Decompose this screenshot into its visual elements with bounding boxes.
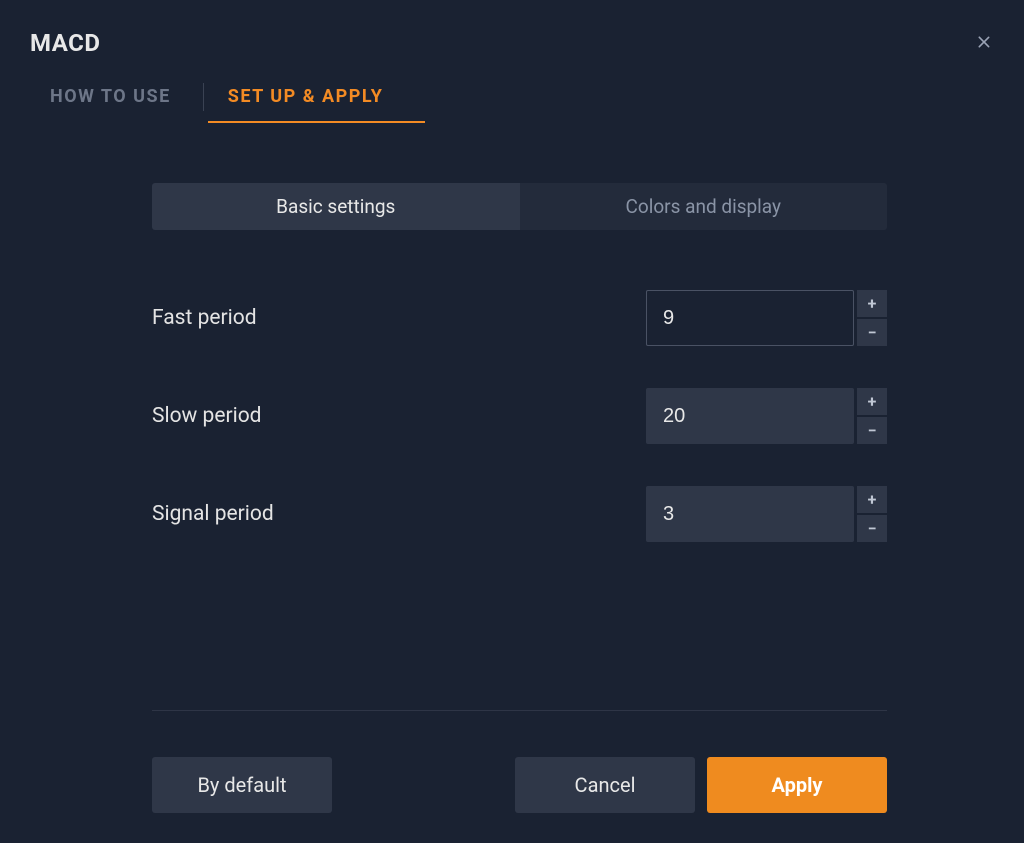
tab-divider [203,83,204,111]
footer-buttons: By default Cancel Apply [152,757,887,813]
close-icon [974,32,994,52]
settings-form: Fast period + − Slow period + − [152,290,894,542]
label-fast-period: Fast period [152,306,257,330]
input-signal-period[interactable] [646,486,854,542]
decrement-slow-period[interactable]: − [857,417,887,444]
increment-fast-period[interactable]: + [857,290,887,317]
modal-header: MACD [0,0,1024,62]
stepper-buttons-fast: + − [857,290,887,346]
main-tabs: HOW TO USE SET UP & APPLY [0,62,1024,123]
sub-tabs: Basic settings Colors and display [152,183,887,230]
input-slow-period[interactable] [646,388,854,444]
increment-signal-period[interactable]: + [857,486,887,513]
tab-set-up-apply[interactable]: SET UP & APPLY [208,72,412,123]
plus-icon: + [868,392,877,411]
label-slow-period: Slow period [152,404,262,428]
tab-how-to-use[interactable]: HOW TO USE [30,72,199,123]
modal-title: MACD [30,29,100,57]
minus-icon: − [868,519,877,538]
row-fast-period: Fast period + − [152,290,887,346]
close-button[interactable] [974,29,994,57]
label-signal-period: Signal period [152,502,274,526]
apply-button[interactable]: Apply [707,757,887,813]
stepper-slow-period: + − [646,388,887,444]
footer-divider [152,710,887,711]
row-signal-period: Signal period + − [152,486,887,542]
subtab-colors-display[interactable]: Colors and display [520,183,888,230]
macd-settings-modal: MACD HOW TO USE SET UP & APPLY Basic set… [0,0,1024,843]
stepper-signal-period: + − [646,486,887,542]
by-default-button[interactable]: By default [152,757,332,813]
subtab-basic-settings[interactable]: Basic settings [152,183,520,230]
decrement-fast-period[interactable]: − [857,319,887,346]
stepper-fast-period: + − [646,290,887,346]
plus-icon: + [868,294,877,313]
row-slow-period: Slow period + − [152,388,887,444]
stepper-buttons-slow: + − [857,388,887,444]
minus-icon: − [868,323,877,342]
modal-content: Basic settings Colors and display Fast p… [0,123,1024,542]
cancel-button[interactable]: Cancel [515,757,695,813]
minus-icon: − [868,421,877,440]
decrement-signal-period[interactable]: − [857,515,887,542]
increment-slow-period[interactable]: + [857,388,887,415]
input-fast-period[interactable] [646,290,854,346]
plus-icon: + [868,490,877,509]
modal-footer: By default Cancel Apply [152,710,894,813]
stepper-buttons-signal: + − [857,486,887,542]
